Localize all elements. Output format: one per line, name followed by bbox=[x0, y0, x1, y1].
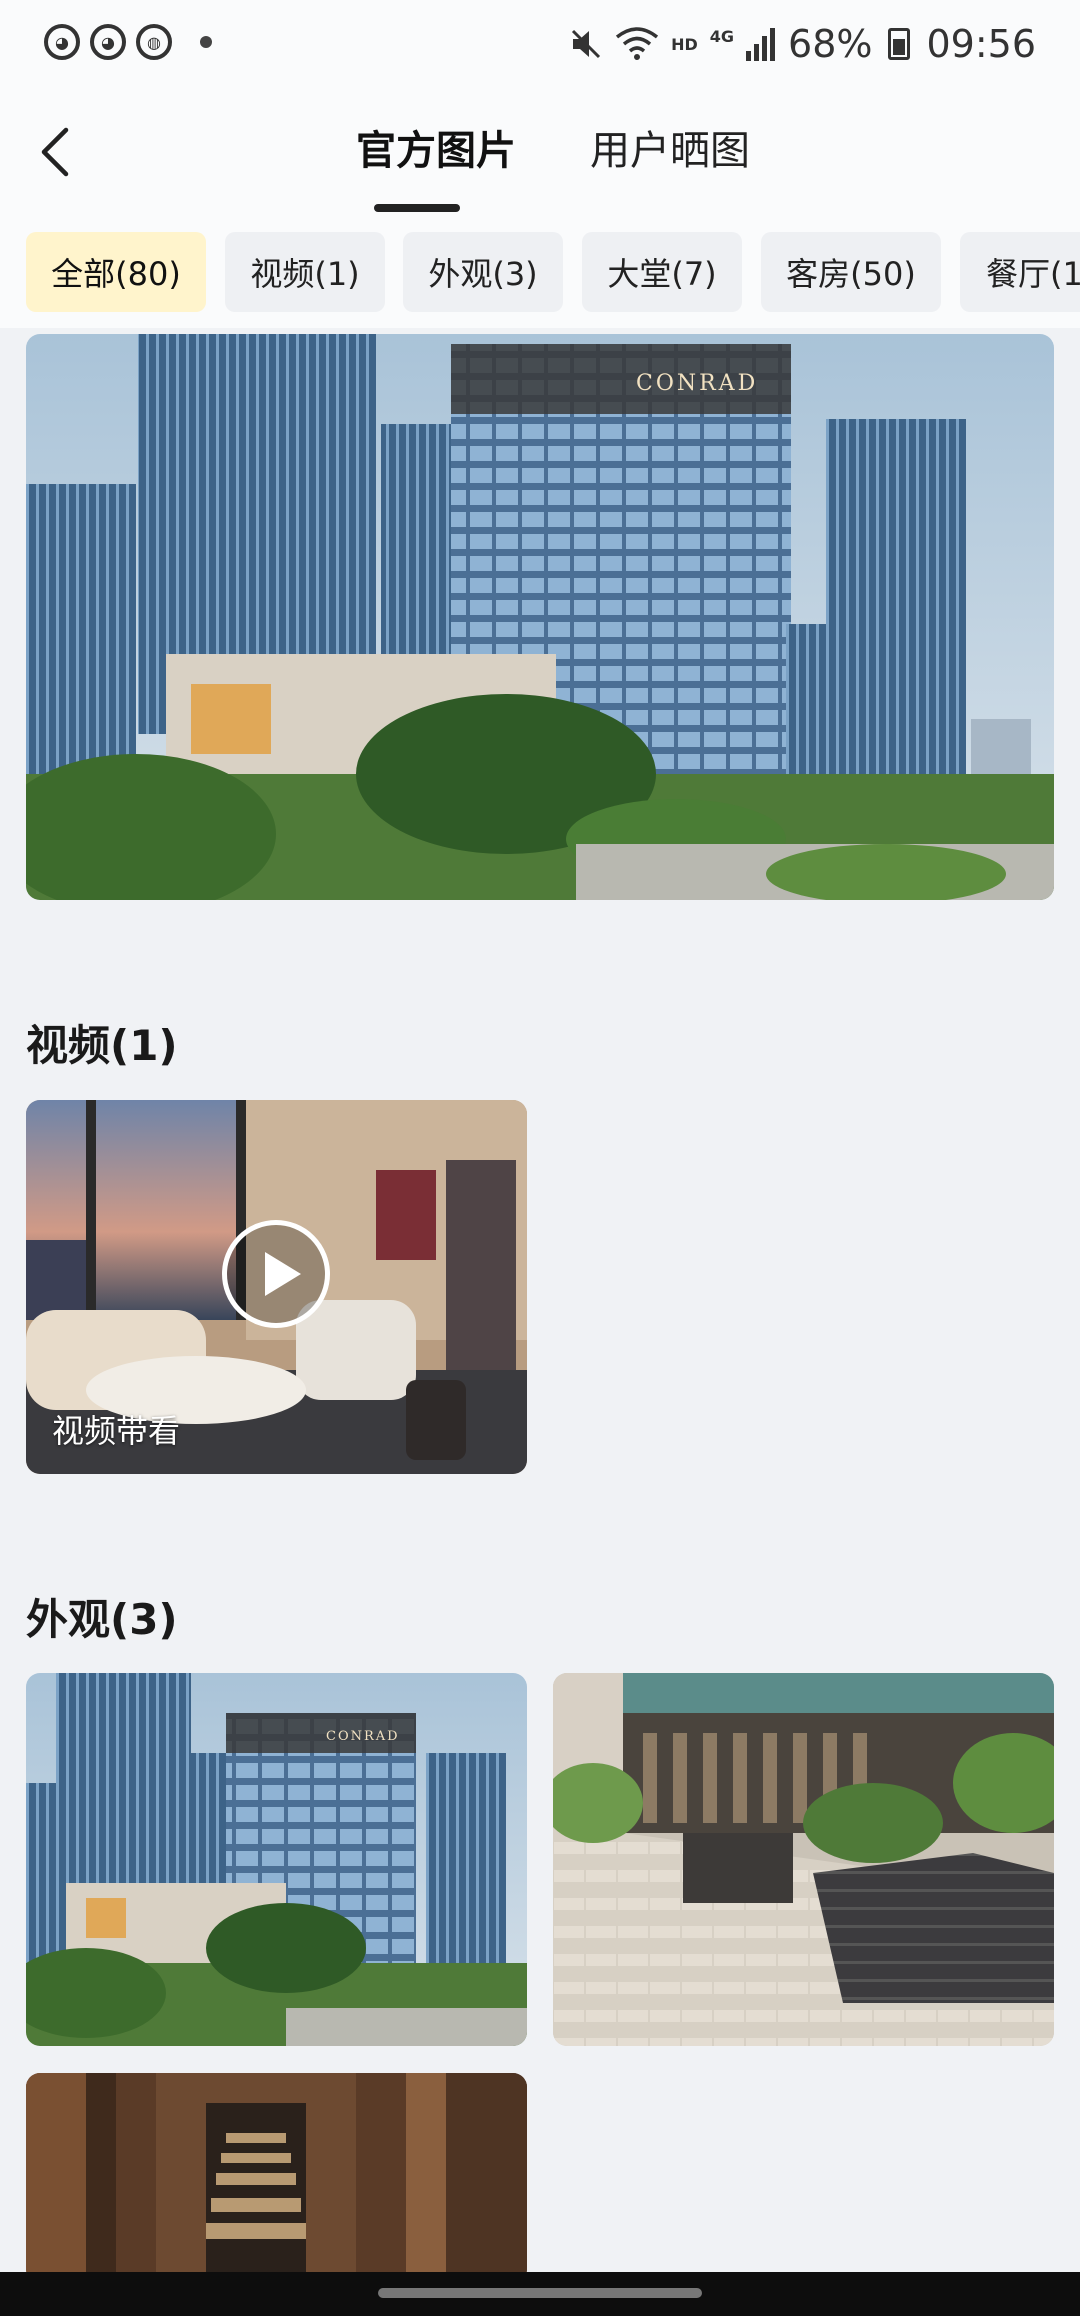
app-pig-icon: ◕ bbox=[90, 24, 126, 60]
wifi-icon bbox=[615, 27, 659, 60]
chip-rooms[interactable]: 客房(50) bbox=[761, 232, 941, 312]
battery-icon bbox=[888, 28, 911, 60]
section-title-video: 视频(1) bbox=[26, 1021, 178, 1070]
hero-hotel-image: CONRAD bbox=[26, 334, 1054, 900]
hd-label: HD bbox=[671, 34, 698, 54]
tab-user-photos[interactable]: 用户晒图 bbox=[570, 118, 770, 176]
category-filter-bar[interactable]: 全部(80) 视频(1) 外观(3) 大堂(7) 客房(50) 餐厅(1 bbox=[0, 220, 1080, 328]
hero-hotel-photo[interactable]: CONRAD bbox=[26, 334, 1054, 900]
mute-icon bbox=[572, 29, 601, 59]
chevron-left-icon[interactable] bbox=[30, 122, 90, 182]
chip-video[interactable]: 视频(1) bbox=[225, 232, 385, 312]
status-left: ◕ ◕ ◍ bbox=[44, 24, 212, 60]
app-weibo-icon: ◍ bbox=[136, 24, 172, 60]
exterior-photo-2[interactable] bbox=[553, 1673, 1054, 2046]
exterior-hotel-image: CONRAD bbox=[26, 1673, 527, 2046]
chip-lobby[interactable]: 大堂(7) bbox=[582, 232, 742, 312]
app-pig-icon: ◕ bbox=[44, 24, 80, 60]
chip-restaurant[interactable]: 餐厅(1 bbox=[960, 232, 1080, 312]
exterior-terrace-image bbox=[553, 1673, 1054, 2046]
active-tab-indicator bbox=[374, 204, 460, 212]
clock: 09:56 bbox=[926, 22, 1036, 66]
exterior-photo-1[interactable]: CONRAD bbox=[26, 1673, 527, 2046]
section-title-exterior: 外观(3) bbox=[26, 1595, 178, 1644]
home-indicator[interactable] bbox=[378, 2288, 702, 2298]
battery-percent: 68% bbox=[788, 22, 873, 66]
top-navigation: 官方图片 用户晒图 bbox=[0, 96, 1080, 220]
network-label: 4G bbox=[709, 26, 735, 46]
exterior-entrance-image bbox=[26, 2073, 527, 2283]
chip-all[interactable]: 全部(80) bbox=[26, 232, 206, 312]
video-caption: 视频带看 bbox=[52, 1412, 181, 1450]
status-bar: ◕ ◕ ◍ HD 4G 68% 09:56 bbox=[0, 0, 1080, 96]
exterior-photo-3[interactable] bbox=[26, 2073, 527, 2283]
play-icon[interactable] bbox=[222, 1220, 330, 1328]
status-right: HD 4G 68% 09:56 bbox=[569, 22, 1036, 66]
exterior-sign-text: CONRAD bbox=[326, 1729, 400, 1744]
hero-sign-text: CONRAD bbox=[636, 371, 758, 396]
notification-dot-icon bbox=[200, 36, 212, 48]
tab-official-photos[interactable]: 官方图片 bbox=[336, 118, 536, 176]
signal-icon bbox=[746, 28, 776, 61]
chip-exterior[interactable]: 外观(3) bbox=[403, 232, 563, 312]
video-tour-thumbnail[interactable]: 视频带看 bbox=[26, 1100, 527, 1474]
